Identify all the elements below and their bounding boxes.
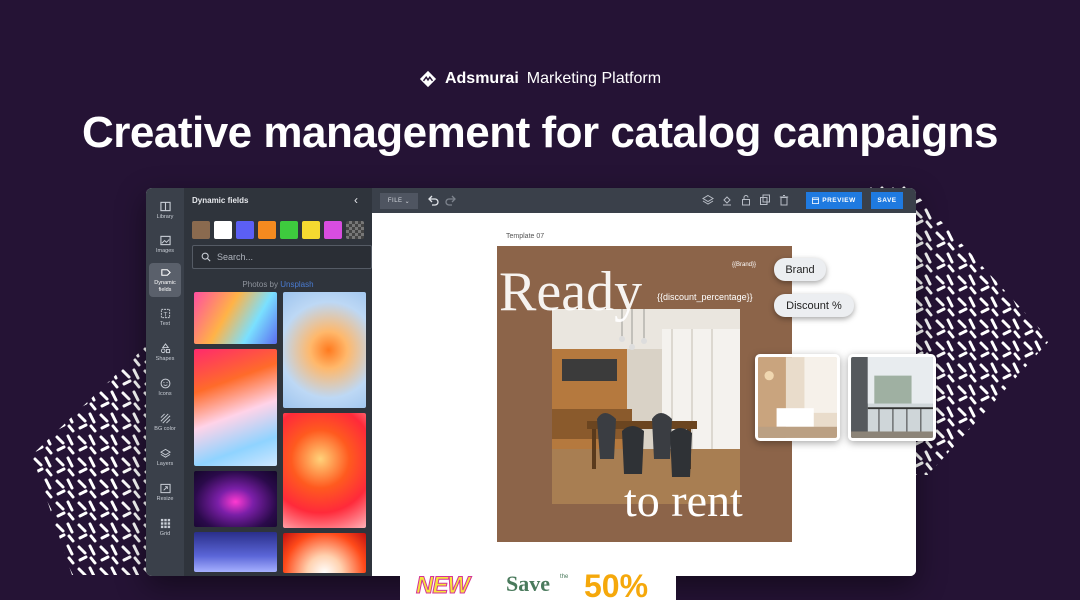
template-name: Template 07	[506, 233, 545, 240]
search-input[interactable]: Search...	[192, 245, 372, 269]
rail-item-icons[interactable]: Icons	[149, 371, 181, 405]
image-icon	[159, 236, 171, 246]
photo-thumbnail[interactable]	[194, 349, 277, 466]
swatch[interactable]	[236, 221, 254, 239]
rail-item-label: Icons	[158, 391, 172, 398]
collapse-panel-button[interactable]: ‹	[354, 193, 358, 207]
svg-text:T: T	[163, 312, 167, 319]
text-icon: T	[160, 309, 170, 319]
bathroom-thumbnail[interactable]	[755, 354, 840, 441]
adsmurai-logo-icon	[419, 70, 437, 88]
swatch[interactable]	[214, 221, 232, 239]
brand-dynamic-field[interactable]: {{Brand}}	[732, 262, 756, 268]
photo-thumbnail[interactable]	[194, 292, 277, 344]
preview-label: PREVIEW	[822, 197, 856, 204]
rail-item-resize[interactable]: Resize	[149, 476, 181, 510]
rail-item-label: Images	[155, 248, 175, 255]
rail-item-label: Grid	[159, 531, 171, 538]
new-creative-text: NEW	[416, 572, 471, 600]
photo-thumbnail[interactable]	[194, 532, 277, 572]
layers-icon	[159, 449, 171, 459]
discount-dynamic-field[interactable]: {{discount_percentage}}	[657, 292, 753, 302]
save-button[interactable]: SAVE	[871, 192, 903, 209]
transparent-swatch[interactable]	[346, 221, 364, 239]
resize-icon	[159, 484, 171, 494]
rail-item-dynamic-fields[interactable]: Dynamic fields	[149, 263, 181, 297]
discount-chip[interactable]: Discount %	[774, 294, 854, 317]
fifty-percent-text: 50%	[584, 568, 649, 600]
smiley-icon	[160, 379, 170, 389]
dynamic-fields-panel: Dynamic fields ‹ Search... Photos by Uns…	[184, 188, 409, 576]
preview-button[interactable]: PREVIEW	[806, 192, 862, 209]
chevron-down-icon: ⌄	[404, 198, 411, 205]
rail-item-label: BG color	[154, 426, 176, 433]
color-swatches	[192, 221, 364, 239]
panel-title: Dynamic fields	[192, 196, 249, 205]
save-creative-text: Save	[506, 571, 550, 596]
brand-name: Adsmurai	[444, 70, 519, 87]
rail-item-library[interactable]: Library	[149, 194, 181, 228]
grid-icon	[160, 519, 170, 529]
page-headline: Creative management for catalog campaign…	[81, 108, 999, 157]
headline-ready[interactable]: Ready	[499, 260, 642, 324]
the-creative-text: the	[560, 574, 569, 580]
brand-tagline: Marketing Platform	[526, 70, 662, 87]
unsplash-link[interactable]: Unsplash	[280, 280, 313, 289]
swatch[interactable]	[192, 221, 210, 239]
rail-item-label: Shapes	[155, 356, 175, 363]
rail-item-shapes[interactable]: Shapes	[149, 336, 181, 370]
rail-item-images[interactable]: Images	[149, 228, 181, 262]
search-icon	[201, 252, 211, 262]
template-artboard[interactable]: Ready to rent {{Brand}} {{discount_perce…	[497, 246, 792, 542]
unlock-icon[interactable]	[740, 194, 752, 206]
file-menu-label: FILE	[387, 198, 403, 204]
fill-bucket-icon[interactable]	[721, 194, 733, 206]
editor-toolbar: FILE ⌄ PREVIEW SAVE	[372, 188, 916, 213]
swatch[interactable]	[258, 221, 276, 239]
rail-item-layers[interactable]: Layers	[149, 441, 181, 475]
dynamic-fields-icon	[160, 269, 171, 277]
calendar-icon	[812, 197, 820, 204]
layers-stack-icon[interactable]	[702, 194, 714, 206]
photo-thumbnail[interactable]	[283, 413, 366, 528]
swatch[interactable]	[302, 221, 320, 239]
rail-item-bg-color[interactable]: BG color	[149, 406, 181, 440]
swatch[interactable]	[280, 221, 298, 239]
headline-to-rent[interactable]: to rent	[624, 474, 743, 527]
balcony-thumbnail[interactable]	[848, 354, 936, 441]
tool-rail: Library Images Dynamic fields T Text Sha…	[146, 188, 184, 576]
photo-thumbnail[interactable]	[283, 533, 366, 573]
rail-item-label: Layers	[156, 461, 174, 468]
photos-credit-label: Photos by	[242, 280, 278, 289]
photo-thumbnail[interactable]	[283, 292, 366, 408]
photos-credit: Photos by Unsplash	[184, 280, 372, 289]
photo-thumbnail[interactable]	[194, 471, 277, 527]
trash-icon[interactable]	[778, 194, 790, 206]
undo-icon[interactable]	[427, 194, 439, 206]
rail-item-label: Library	[156, 214, 174, 221]
creatives-preview-card: NEW Save the 50%	[400, 556, 676, 600]
redo-icon[interactable]	[445, 194, 457, 206]
bg-color-icon	[160, 414, 170, 424]
file-menu-button[interactable]: FILE ⌄	[380, 193, 418, 209]
duplicate-icon[interactable]	[759, 194, 771, 206]
rail-item-label: Resize	[156, 496, 174, 503]
shapes-icon	[160, 343, 170, 354]
rail-item-grid[interactable]: Grid	[149, 511, 181, 545]
rail-item-label: Text	[159, 321, 171, 328]
brand-header: Adsmurai Marketing Platform	[0, 70, 1080, 88]
library-icon	[159, 202, 171, 212]
brand-chip[interactable]: Brand	[774, 258, 826, 281]
rail-item-text[interactable]: T Text	[149, 301, 181, 335]
swatch[interactable]	[324, 221, 342, 239]
search-placeholder: Search...	[217, 252, 254, 262]
rail-item-label: Dynamic fields	[154, 280, 176, 293]
